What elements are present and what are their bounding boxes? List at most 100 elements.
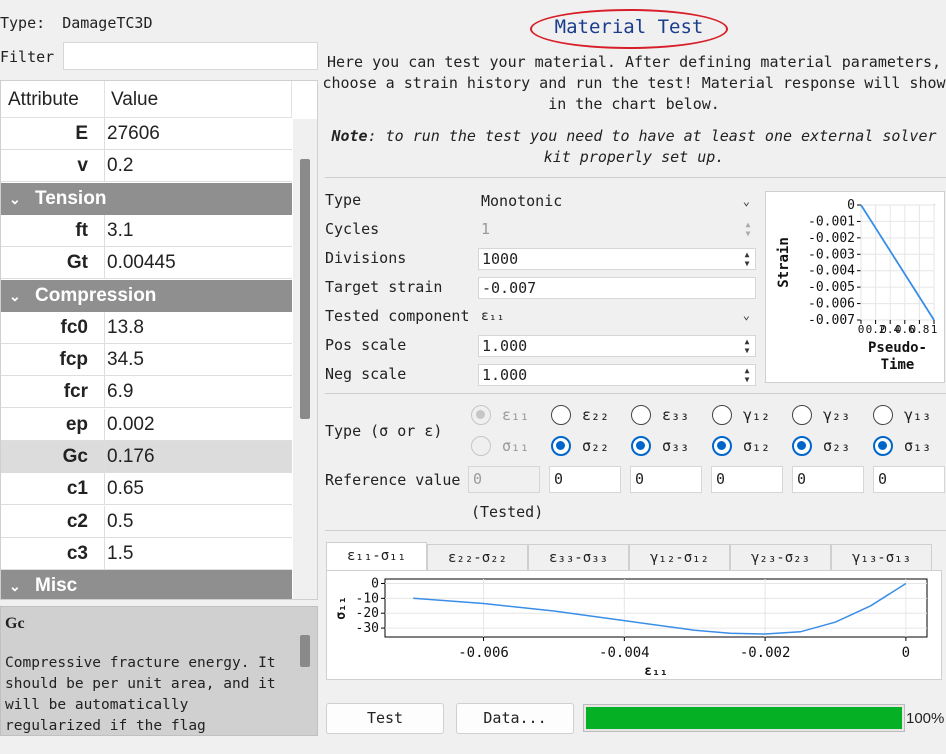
table-row[interactable]: ft 3.1	[1, 214, 292, 247]
radio-eps-5[interactable]	[792, 405, 812, 425]
x-tick-label: 1	[931, 323, 938, 336]
y-tick-label: -0.002	[808, 231, 855, 246]
radio-sig-1[interactable]	[471, 436, 491, 456]
type-select[interactable]: Monotonic ⌄	[478, 191, 756, 213]
radio-sig-4[interactable]	[712, 436, 732, 456]
tab-response-5[interactable]: γ₂₃-σ₂₃	[730, 544, 831, 570]
attribute-value[interactable]: 13.8	[107, 312, 144, 344]
table-row[interactable]: fcp 34.5	[1, 344, 292, 377]
spin-arrows-icon[interactable]: ▲ ▼	[741, 337, 753, 355]
radio-sig-6[interactable]	[873, 436, 893, 456]
group-header[interactable]: ⌄ Misc	[1, 570, 292, 599]
test-button[interactable]: Test	[326, 703, 444, 734]
divisions-spinbox[interactable]: 1000 ▲ ▼	[478, 248, 756, 270]
neg-scale-spinbox[interactable]: 1.000 ▲ ▼	[478, 364, 756, 386]
description-scrollbar[interactable]	[293, 607, 317, 735]
attribute-value[interactable]: 0.65	[107, 473, 144, 505]
y-tick-label: 0	[371, 576, 379, 591]
chevron-down-icon[interactable]: ⌄	[9, 570, 21, 599]
x-axis-label: Pseudo-	[868, 340, 927, 356]
table-row[interactable]: Gc 0.176	[1, 441, 292, 473]
material-type-row: Type: DamageTC3D	[0, 14, 153, 32]
y-tick-label: -0.007	[808, 313, 855, 328]
column-header-attribute[interactable]: Attribute	[1, 81, 105, 118]
attribute-value[interactable]: 0.2	[107, 150, 133, 182]
attribute-value[interactable]: 1.5	[107, 538, 133, 570]
tab-response-6[interactable]: γ₁₃-σ₁₃	[831, 544, 932, 570]
attribute-value[interactable]: 6.9	[107, 376, 133, 408]
y-tick-label: 0	[847, 198, 855, 213]
radio-eps-1[interactable]	[471, 405, 491, 425]
table-row[interactable]: ep 0.002	[1, 408, 292, 441]
attribute-value[interactable]: 27606	[107, 118, 160, 150]
group-header[interactable]: ⌄ Tension	[1, 182, 292, 215]
group-label: Compression	[35, 284, 157, 306]
pos-scale-spinbox[interactable]: 1.000 ▲ ▼	[478, 335, 756, 357]
note-text: Note: to run the test you need to have a…	[322, 126, 946, 168]
description-scrollbar-thumb[interactable]	[300, 635, 310, 667]
pos-scale-label: Pos scale	[325, 336, 407, 354]
chevron-down-icon: ⌄	[742, 308, 750, 322]
radio-eps-6[interactable]	[873, 405, 893, 425]
attribute-value[interactable]: 3.1	[107, 215, 133, 247]
cycles-label: Cycles	[325, 220, 380, 238]
target-strain-input[interactable]: -0.007	[478, 277, 756, 299]
radio-label-eps: ε₁₁	[502, 406, 530, 424]
table-scrollbar-thumb[interactable]	[300, 159, 310, 419]
divider	[325, 177, 946, 178]
attribute-value[interactable]: 0.5	[107, 506, 133, 538]
intro-text: Here you can test your material. After d…	[322, 53, 946, 113]
tab-response-2[interactable]: ε₂₂-σ₂₂	[427, 544, 528, 570]
radio-sig-3[interactable]	[631, 436, 651, 456]
spin-arrows-icon[interactable]: ▲ ▼	[741, 250, 753, 268]
y-axis-label: σ₁₁	[334, 596, 349, 619]
chevron-down-icon[interactable]: ⌄	[9, 183, 21, 215]
table-row[interactable]: fcr 6.9	[1, 376, 292, 409]
radio-label-eps: γ₁₂	[743, 406, 771, 424]
cycles-spinbox[interactable]: 1 ▲ ▼	[478, 219, 756, 241]
reference-value-input[interactable]: 0	[468, 466, 540, 493]
x-tick-label: -0.004	[599, 645, 650, 661]
filter-input[interactable]	[63, 42, 318, 70]
progress-fill	[586, 707, 902, 729]
reference-value-input[interactable]: 0	[873, 466, 945, 493]
tab-response-1[interactable]: ε₁₁-σ₁₁	[326, 542, 427, 570]
description-text: Compressive fracture energy. It should b…	[5, 655, 276, 734]
group-header[interactable]: ⌄ Compression	[1, 279, 292, 312]
stress-strain-series-line	[413, 582, 907, 635]
tested-component-select[interactable]: ε₁₁ ⌄	[478, 305, 756, 327]
attribute-value[interactable]: 0.00445	[107, 247, 176, 279]
table-row[interactable]: Gt 0.00445	[1, 247, 292, 280]
radio-sig-2[interactable]	[551, 436, 571, 456]
reference-value-input[interactable]: 0	[630, 466, 702, 493]
spin-arrows-icon[interactable]: ▲ ▼	[741, 366, 753, 384]
attribute-value[interactable]: 34.5	[107, 344, 144, 376]
tab-response-4[interactable]: γ₁₂-σ₁₂	[629, 544, 730, 570]
table-row[interactable]: c2 0.5	[1, 505, 292, 538]
table-row[interactable]: v 0.2	[1, 150, 292, 183]
column-header-value[interactable]: Value	[105, 81, 292, 118]
attribute-value[interactable]: 0.002	[107, 409, 155, 441]
table-scrollbar[interactable]	[293, 119, 317, 599]
data-button[interactable]: Data...	[456, 703, 574, 734]
reference-value-input[interactable]: 0	[711, 466, 783, 493]
attribute-value[interactable]: 0.176	[107, 441, 155, 473]
group-label: Tension	[35, 187, 107, 209]
tab-response-3[interactable]: ε₃₃-σ₃₃	[528, 544, 629, 570]
x-tick-label: 0	[902, 645, 910, 661]
spin-arrows-icon[interactable]: ▲ ▼	[742, 220, 754, 238]
table-row[interactable]: fc0 13.8	[1, 311, 292, 344]
table-row[interactable]: c3 1.5	[1, 537, 292, 570]
table-row[interactable]: E 27606	[1, 118, 292, 150]
reference-value-input[interactable]: 0	[549, 466, 621, 493]
radio-eps-4[interactable]	[712, 405, 732, 425]
radio-sig-5[interactable]	[792, 436, 812, 456]
reference-value-input[interactable]: 0	[792, 466, 864, 493]
table-row[interactable]: c1 0.65	[1, 473, 292, 506]
tested-label: (Tested)	[471, 503, 544, 521]
radio-eps-3[interactable]	[631, 405, 651, 425]
chevron-down-icon[interactable]: ⌄	[9, 280, 21, 312]
radio-label-eps: γ₂₃	[823, 406, 851, 424]
response-chart: 0 -10 -20 -30 -0.006 -0.004 -0.002 0 ε₁₁ σ₁₁	[326, 570, 942, 680]
radio-eps-2[interactable]	[551, 405, 571, 425]
